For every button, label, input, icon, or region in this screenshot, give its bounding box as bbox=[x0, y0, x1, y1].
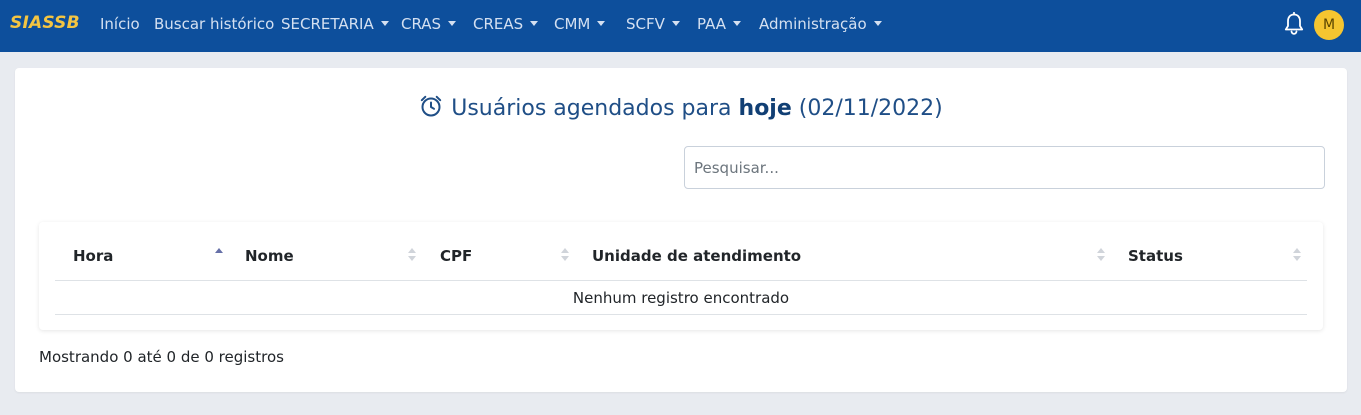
column-header-cpf[interactable]: CPF bbox=[440, 247, 472, 265]
nav-item-creas[interactable]: CREAS bbox=[473, 15, 539, 33]
caret-down-icon bbox=[873, 21, 882, 26]
row-divider bbox=[55, 314, 1307, 315]
brand-logo[interactable]: SIASSB bbox=[10, 13, 80, 33]
sort-icon[interactable] bbox=[1097, 248, 1105, 264]
nav-item-scfv[interactable]: SCFV bbox=[626, 15, 680, 33]
nav-item-label: Início bbox=[100, 15, 140, 33]
page-title: Usuários agendados para hoje (02/11/2022… bbox=[15, 94, 1347, 121]
column-header-hora[interactable]: Hora bbox=[73, 247, 113, 265]
caret-down-icon bbox=[733, 21, 742, 26]
schedule-table: Hora Nome CPF Unidade de atendimento Sta… bbox=[39, 222, 1323, 330]
sort-icon[interactable] bbox=[561, 248, 569, 264]
column-header-nome[interactable]: Nome bbox=[245, 247, 294, 265]
nav-item-label: SECRETARIA bbox=[281, 15, 374, 33]
nav-item-paa[interactable]: PAA bbox=[697, 15, 742, 33]
nav-item-label: CMM bbox=[554, 15, 591, 33]
caret-down-icon bbox=[380, 21, 389, 26]
nav-item-label: CRAS bbox=[401, 15, 442, 33]
nav-item-secretaria[interactable]: SECRETARIA bbox=[281, 15, 389, 33]
column-header-unidade[interactable]: Unidade de atendimento bbox=[592, 247, 801, 265]
caret-down-icon bbox=[530, 21, 539, 26]
nav-item-cmm[interactable]: CMM bbox=[554, 15, 606, 33]
title-prefix: Usuários agendados para bbox=[451, 96, 732, 121]
nav-item-administracao[interactable]: Administração bbox=[759, 15, 882, 33]
main-card: Usuários agendados para hoje (02/11/2022… bbox=[15, 68, 1347, 392]
empty-table-message: Nenhum registro encontrado bbox=[572, 289, 790, 307]
caret-down-icon bbox=[671, 21, 680, 26]
sort-asc-icon[interactable] bbox=[215, 248, 223, 264]
title-date: (02/11/2022) bbox=[798, 96, 943, 121]
caret-down-icon bbox=[448, 21, 457, 26]
title-bold: hoje bbox=[738, 96, 792, 121]
column-header-status[interactable]: Status bbox=[1128, 247, 1183, 265]
header-divider bbox=[55, 280, 1307, 281]
nav-item-label: SCFV bbox=[626, 15, 665, 33]
caret-down-icon bbox=[597, 21, 606, 26]
table-info-text: Mostrando 0 até 0 de 0 registros bbox=[39, 348, 284, 366]
nav-item-label: Buscar histórico bbox=[154, 15, 275, 33]
bell-icon[interactable] bbox=[1283, 11, 1305, 36]
nav-item-label: CREAS bbox=[473, 15, 524, 33]
alarm-clock-icon bbox=[419, 94, 443, 118]
nav-item-label: Administração bbox=[759, 15, 867, 33]
nav-item-buscar-historico[interactable]: Buscar histórico bbox=[154, 15, 274, 33]
nav-item-label: PAA bbox=[697, 15, 727, 33]
sort-icon[interactable] bbox=[408, 248, 416, 264]
nav-item-cras[interactable]: CRAS bbox=[401, 15, 457, 33]
user-avatar[interactable]: M bbox=[1314, 10, 1344, 40]
sort-icon[interactable] bbox=[1293, 248, 1301, 264]
search-input[interactable] bbox=[684, 146, 1325, 189]
top-navbar: SIASSB Início Buscar histórico SECRETARI… bbox=[0, 0, 1361, 52]
nav-item-inicio[interactable]: Início bbox=[100, 15, 140, 33]
